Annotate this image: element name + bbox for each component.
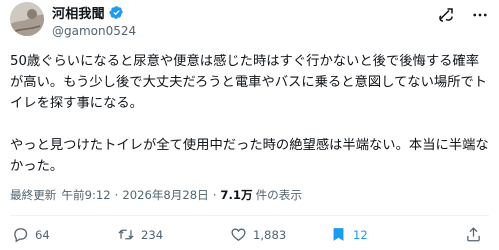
reply-button[interactable]: 64 — [12, 226, 50, 243]
bookmark-count: 12 — [353, 227, 368, 242]
views-count[interactable]: 7.1万 — [220, 187, 252, 203]
verified-badge-icon — [109, 5, 124, 20]
tweet-paragraph: やっと見つけたトイレが全て使用中だった時の絶望感は半端ない。本当に半端なかった。 — [10, 138, 489, 174]
bookmark-icon — [330, 226, 347, 243]
share-button[interactable] — [465, 226, 482, 243]
tweet-time[interactable]: 午前9:12 — [61, 187, 110, 203]
share-icon — [465, 226, 482, 243]
bookmark-button[interactable]: 12 — [330, 226, 368, 243]
repost-button[interactable]: 234 — [117, 226, 163, 243]
header-actions — [437, 6, 489, 24]
avatar[interactable] — [10, 2, 44, 36]
reply-icon — [12, 226, 29, 243]
tweet-text: 50歳ぐらいになると尿意や便意は感じた時はすぐ行かないと後で後悔する確率が高い。… — [10, 51, 492, 177]
more-icon[interactable] — [471, 6, 489, 24]
like-count: 1,883 — [253, 227, 287, 242]
display-name[interactable]: 河相我聞 — [52, 3, 105, 22]
repost-count: 234 — [141, 227, 164, 242]
reply-count: 64 — [35, 227, 50, 242]
author-info: 河相我聞 @gamon0524 — [52, 3, 136, 38]
views-label: 件の表示 — [255, 188, 302, 202]
meta-separator: · — [212, 188, 217, 202]
author-handle[interactable]: @gamon0524 — [52, 24, 136, 38]
tweet-meta: 最終更新 午前9:12 · 2026年8月28日 · 7.1万 件の表示 — [10, 187, 302, 203]
meta-separator: · — [114, 188, 119, 202]
tweet-date[interactable]: 2026年8月28日 — [122, 187, 208, 203]
repost-icon — [117, 226, 135, 243]
tweet-paragraph: 50歳ぐらいになると尿意や便意は感じた時はすぐ行かないと後で後悔する確率が高い。… — [10, 54, 488, 111]
grok-icon[interactable] — [437, 6, 455, 24]
like-button[interactable]: 1,883 — [230, 226, 286, 243]
action-bar: 64 234 1,883 12 — [0, 224, 499, 246]
divider — [10, 215, 489, 216]
like-icon — [230, 226, 247, 243]
tweet-header: 河相我聞 @gamon0524 — [0, 0, 499, 44]
avatar-image — [10, 2, 44, 36]
updated-label: 最終更新 — [10, 188, 57, 202]
